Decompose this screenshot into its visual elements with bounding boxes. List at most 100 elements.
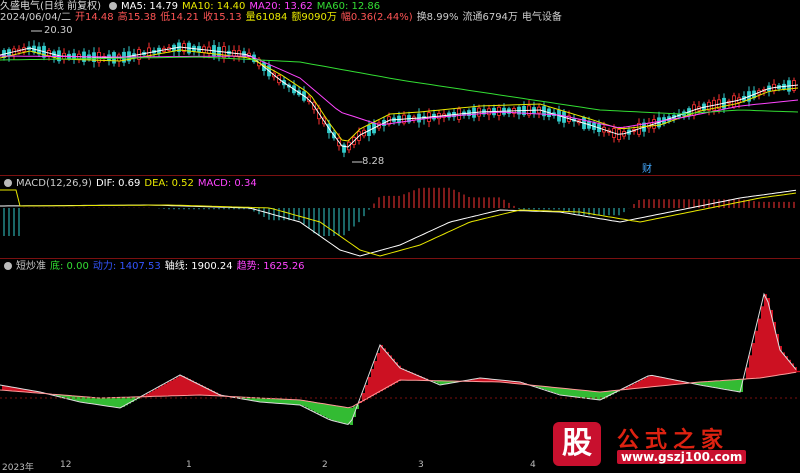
- indicator-band: [344, 407, 347, 424]
- indicator-band: [167, 382, 170, 396]
- indicator-band: [386, 351, 389, 388]
- indicator-band: [188, 379, 191, 396]
- macd-dea: DEA: 0.52: [144, 178, 194, 189]
- indicator-band: [164, 383, 167, 397]
- indicator-band: [773, 322, 776, 376]
- indicator-band: [107, 397, 110, 407]
- indicator-band: [281, 399, 284, 404]
- indicator-title: 短炒准: [16, 261, 46, 272]
- indicator-band: [749, 355, 752, 379]
- indicator-band: [326, 404, 329, 418]
- watermark-url: www.gszj100.com: [617, 450, 747, 464]
- indicator-band: [284, 399, 287, 404]
- indicator-band: [752, 343, 755, 379]
- indicator-band: [101, 398, 104, 406]
- indicator-band: [401, 368, 404, 380]
- indicator-trend: 趋势: 1625.26: [236, 261, 305, 272]
- indicator-band: [155, 388, 158, 397]
- indicator-band: [158, 387, 161, 397]
- indicator-band: [554, 387, 557, 394]
- indicator-band: [734, 379, 737, 391]
- indicator-band: [296, 399, 299, 405]
- indicator-band: [179, 375, 182, 396]
- indicator-band: [323, 403, 326, 417]
- indicator-band: [338, 406, 341, 422]
- indicator-band: [377, 353, 380, 393]
- ma10-line: [0, 49, 799, 142]
- indicator-band: [341, 406, 344, 423]
- indicator-band: [764, 294, 767, 378]
- indicator-band: [95, 397, 98, 405]
- ma60-line: [0, 56, 799, 115]
- indicator-settings-dot-icon[interactable]: [4, 262, 12, 270]
- indicator-band: [185, 377, 188, 396]
- indicator-band: [575, 389, 578, 397]
- indicator-band: [578, 389, 581, 398]
- macd-header: MACD(12,26,9) DIF: 0.69 DEA: 0.52 MACD: 0.3…: [0, 177, 261, 191]
- indicator-band: [293, 399, 296, 405]
- indicator-band: [713, 381, 716, 388]
- indicator-momentum: 动力: 1407.53: [92, 261, 161, 272]
- indicator-band: [383, 348, 386, 390]
- indicator-band: [659, 376, 662, 387]
- indicator-band: [368, 377, 371, 398]
- indicator-header: 短炒准 底: 0.00 动力: 1407.53 轴线: 1900.24 趋势: 1625…: [0, 260, 309, 274]
- indicator-band: [104, 397, 107, 406]
- indicator-band: [722, 380, 725, 389]
- indicator-band: [755, 330, 758, 379]
- indicator-band: [308, 401, 311, 409]
- high-price-mark: 20.30: [44, 25, 73, 36]
- indicator-band: [119, 397, 122, 408]
- indicator-band: [662, 377, 665, 386]
- indicator-band: [650, 375, 653, 387]
- panel-divider: [0, 258, 800, 259]
- indicator-band: [194, 382, 197, 396]
- indicator-band: [746, 367, 749, 379]
- indicator-band: [581, 390, 584, 398]
- date-label: 3: [418, 460, 424, 470]
- indicator-band: [275, 398, 278, 404]
- indicator-band: [314, 402, 317, 412]
- indicator-band: [704, 381, 707, 386]
- indicator-band: [572, 389, 575, 397]
- date-label: 1: [186, 460, 192, 470]
- indicator-band: [152, 390, 155, 397]
- indicator-band: [110, 397, 113, 407]
- indicator-band: [557, 387, 560, 394]
- indicator-band: [392, 358, 395, 385]
- macd-settings-dot-icon[interactable]: [4, 179, 12, 187]
- macd-histogram: [3, 187, 795, 236]
- indicator-band: [170, 380, 173, 396]
- indicator-band: [287, 399, 290, 405]
- indicator-band: [371, 369, 374, 397]
- macd-dif: DIF: 0.69: [95, 178, 141, 189]
- indicator-bottom: 底: 0.00: [50, 261, 89, 272]
- indicator-band: [350, 408, 353, 425]
- date-label: 2: [322, 460, 328, 470]
- indicator-band: [716, 380, 719, 388]
- indicator-band: [638, 381, 641, 389]
- indicator-band: [665, 378, 668, 386]
- indicator-band: [563, 388, 566, 396]
- indicator-fill: [2, 294, 800, 425]
- indicator-band: [332, 405, 335, 421]
- chart-canvas[interactable]: [0, 0, 800, 473]
- indicator-band: [92, 397, 95, 404]
- indicator-band: [587, 390, 590, 399]
- low-price-mark: 8.28: [362, 156, 385, 167]
- indicator-band: [116, 397, 119, 408]
- indicator-band: [77, 396, 80, 402]
- date-label: 12: [60, 460, 72, 470]
- indicator-band: [737, 379, 740, 392]
- indicator-band: [182, 376, 185, 396]
- indicator-band: [719, 380, 722, 389]
- indicator-band: [560, 388, 563, 395]
- indicator-band: [80, 396, 83, 402]
- macd-title: MACD(12,26,9): [16, 178, 92, 189]
- indicator-band: [161, 385, 164, 397]
- indicator-band: [113, 397, 116, 407]
- indicator-band: [728, 380, 731, 390]
- indicator-band: [365, 385, 368, 400]
- indicator-band: [707, 381, 710, 387]
- indicator-band: [569, 388, 572, 397]
